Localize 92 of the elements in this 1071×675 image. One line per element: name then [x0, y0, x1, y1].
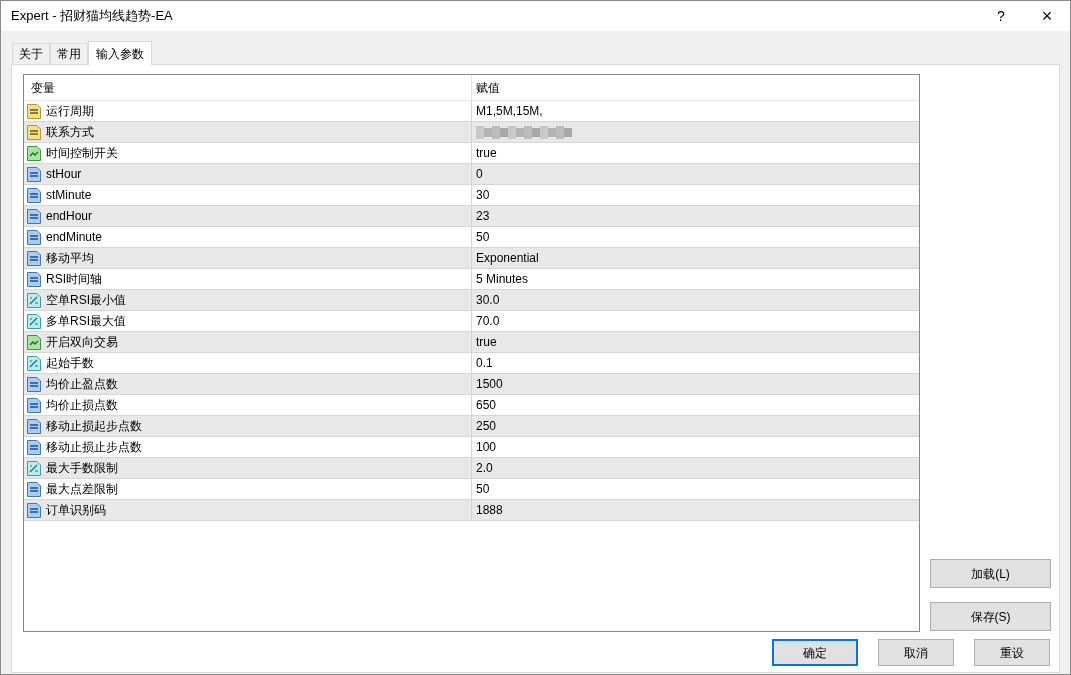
parameter-value: 650 [476, 397, 497, 414]
dialog-button[interactable]: 取消 [878, 639, 954, 666]
parameter-name: endMinute [46, 229, 103, 246]
table-row[interactable]: 多单RSI最大值 70.0 [24, 311, 919, 332]
table-row[interactable]: 最大点差限制 50 [24, 479, 919, 500]
fraction-doc-icon [27, 460, 41, 476]
dialog-button[interactable]: 重设 [974, 639, 1050, 666]
number-doc-icon [27, 229, 41, 245]
number-doc-icon [27, 166, 41, 182]
table-row[interactable]: endHour 23 [24, 206, 919, 227]
parameter-name: 联系方式 [46, 124, 94, 141]
parameter-value: 1500 [476, 376, 503, 393]
parameter-value: true [476, 334, 497, 351]
parameter-value: 30.0 [476, 292, 500, 309]
number-doc-icon [27, 439, 41, 455]
parameter-value: 1888 [476, 502, 503, 519]
table-row[interactable]: endMinute 50 [24, 227, 919, 248]
parameter-value: 50 [476, 481, 490, 498]
table-row[interactable]: 订单识别码 1888 [24, 500, 919, 521]
table-row[interactable]: RSI时间轴 5 Minutes [24, 269, 919, 290]
toggle-doc-icon [27, 334, 41, 350]
table-row[interactable]: 最大手数限制 2.0 [24, 458, 919, 479]
window-title: Expert - 招财猫均线趋势-EA [10, 7, 174, 26]
table-row[interactable]: 移动平均 Exponential [24, 248, 919, 269]
parameter-name: 移动平均 [46, 250, 94, 267]
parameter-value: 30 [476, 187, 490, 204]
help-button[interactable]: ? [978, 1, 1024, 31]
parameter-value: Exponential [476, 250, 539, 267]
parameter-name: 时间控制开关 [46, 145, 118, 162]
parameter-name: 空单RSI最小值 [46, 292, 126, 309]
parameter-name: 开启双向交易 [46, 334, 118, 351]
table-row[interactable]: 移动止损起步点数 250 [24, 416, 919, 437]
table-row[interactable]: 空单RSI最小值 30.0 [24, 290, 919, 311]
parameter-name: 移动止损止步点数 [46, 439, 142, 456]
number-doc-icon [27, 418, 41, 434]
side-button[interactable]: 保存(S) [930, 602, 1051, 631]
table-row[interactable]: 运行周期 M1,5M,15M, [24, 101, 919, 122]
table-row[interactable]: 移动止损止步点数 100 [24, 437, 919, 458]
number-doc-icon [27, 502, 41, 518]
parameter-value: 2.0 [476, 460, 493, 477]
parameter-name: endHour [46, 208, 93, 225]
close-button[interactable]: × [1024, 1, 1070, 31]
parameter-value: 0 [476, 166, 483, 183]
fraction-doc-icon [27, 355, 41, 371]
number-doc-icon [27, 481, 41, 497]
table-row[interactable]: stMinute 30 [24, 185, 919, 206]
text-doc-icon [27, 103, 41, 119]
toggle-doc-icon [27, 145, 41, 161]
number-doc-icon [27, 376, 41, 392]
number-doc-icon [27, 397, 41, 413]
number-doc-icon [27, 271, 41, 287]
text-doc-icon [27, 124, 41, 140]
parameter-name: 起始手数 [46, 355, 94, 372]
fraction-doc-icon [27, 313, 41, 329]
table-row[interactable]: stHour 0 [24, 164, 919, 185]
number-doc-icon [27, 208, 41, 224]
fraction-doc-icon [27, 292, 41, 308]
table-row[interactable]: 均价止损点数 650 [24, 395, 919, 416]
tab[interactable]: 输入参数 [88, 41, 152, 65]
parameter-value: true [476, 145, 497, 162]
dialog-button[interactable]: 确定 [772, 639, 858, 666]
parameter-name: 均价止损点数 [46, 397, 118, 414]
table-row[interactable]: 起始手数 0.1 [24, 353, 919, 374]
table-row[interactable]: 时间控制开关 true [24, 143, 919, 164]
table-row[interactable]: 均价止盈点数 1500 [24, 374, 919, 395]
parameter-value: 250 [476, 418, 497, 435]
parameter-name: stMinute [46, 187, 92, 204]
number-doc-icon [27, 187, 41, 203]
parameter-value: 70.0 [476, 313, 500, 330]
parameter-name: 最大手数限制 [46, 460, 118, 477]
parameter-name: 移动止损起步点数 [46, 418, 142, 435]
tab[interactable]: 常用 [50, 43, 88, 64]
table-row[interactable]: 开启双向交易 true [24, 332, 919, 353]
parameter-value: 23 [476, 208, 490, 225]
parameter-name: 运行周期 [46, 103, 94, 120]
number-doc-icon [27, 250, 41, 266]
parameter-name: 最大点差限制 [46, 481, 118, 498]
parameter-name: 多单RSI最大值 [46, 313, 126, 330]
parameter-value: 5 Minutes [476, 271, 529, 288]
table-row[interactable]: 联系方式 [24, 122, 919, 143]
parameter-value: 50 [476, 229, 490, 246]
parameter-name: 均价止盈点数 [46, 376, 118, 393]
tab[interactable]: 关于 [12, 43, 50, 64]
parameter-name: 订单识别码 [46, 502, 106, 519]
column-header: 赋值 [475, 79, 501, 97]
parameter-value: 0.1 [476, 355, 493, 372]
parameter-value: 100 [476, 439, 497, 456]
parameter-value: M1,5M,15M, [476, 103, 543, 120]
side-button[interactable]: 加载(L) [930, 559, 1051, 588]
column-header: 变量 [24, 75, 472, 100]
parameter-name: stHour [46, 166, 82, 183]
parameter-name: RSI时间轴 [46, 271, 102, 288]
